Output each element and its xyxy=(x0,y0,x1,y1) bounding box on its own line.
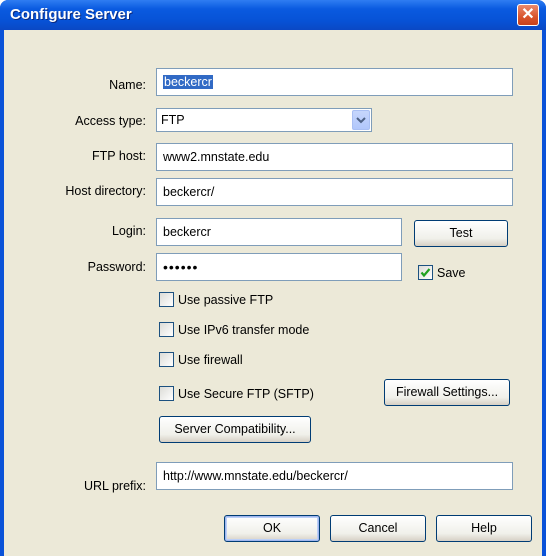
cancel-button[interactable]: Cancel xyxy=(330,515,426,542)
name-label: Name: xyxy=(109,78,146,92)
access-type-label: Access type: xyxy=(75,114,146,128)
access-type-value: FTP xyxy=(161,113,185,127)
ftp-host-field[interactable]: www2.mnstate.edu xyxy=(156,143,513,171)
url-prefix-label: URL prefix: xyxy=(83,479,146,493)
sftp-label: Use Secure FTP (SFTP) xyxy=(178,387,314,401)
configure-server-window: Configure Server ✕ Name: beckercr Access… xyxy=(0,0,546,556)
access-type-select[interactable]: FTP xyxy=(156,108,372,132)
save-label: Save xyxy=(437,266,466,280)
password-field[interactable]: •••••• xyxy=(156,253,402,281)
firewall-settings-button[interactable]: Firewall Settings... xyxy=(384,379,510,406)
firewall-label: Use firewall xyxy=(178,353,243,367)
sftp-checkbox[interactable] xyxy=(159,386,174,401)
url-prefix-field[interactable]: http://www.mnstate.edu/beckercr/ xyxy=(156,462,513,490)
host-directory-label: Host directory: xyxy=(65,184,146,198)
passive-ftp-label: Use passive FTP xyxy=(178,293,274,307)
password-value: •••••• xyxy=(163,259,199,275)
ipv6-label: Use IPv6 transfer mode xyxy=(178,323,310,337)
passive-ftp-checkbox[interactable] xyxy=(159,292,174,307)
name-field[interactable]: beckercr xyxy=(156,68,513,96)
login-field[interactable]: beckercr xyxy=(156,218,402,246)
ftp-host-label: FTP host: xyxy=(92,149,146,163)
ipv6-checkbox[interactable] xyxy=(159,322,174,337)
login-label: Login: xyxy=(111,224,146,238)
ok-button[interactable]: OK xyxy=(224,515,320,542)
title-bar[interactable]: Configure Server ✕ xyxy=(0,0,546,30)
chevron-down-icon[interactable] xyxy=(352,110,370,130)
dialog-body: Name: beckercr Access type: FTP FTP host… xyxy=(4,30,542,556)
firewall-checkbox[interactable] xyxy=(159,352,174,367)
name-value: beckercr xyxy=(163,75,213,89)
window-title: Configure Server xyxy=(10,6,132,23)
save-checkbox[interactable] xyxy=(418,265,433,280)
host-directory-field[interactable]: beckercr/ xyxy=(156,178,513,206)
password-label: Password: xyxy=(87,260,146,274)
help-button[interactable]: Help xyxy=(436,515,532,542)
close-icon[interactable]: ✕ xyxy=(517,4,539,26)
server-compatibility-button[interactable]: Server Compatibility... xyxy=(159,416,311,443)
test-button[interactable]: Test xyxy=(414,220,508,247)
